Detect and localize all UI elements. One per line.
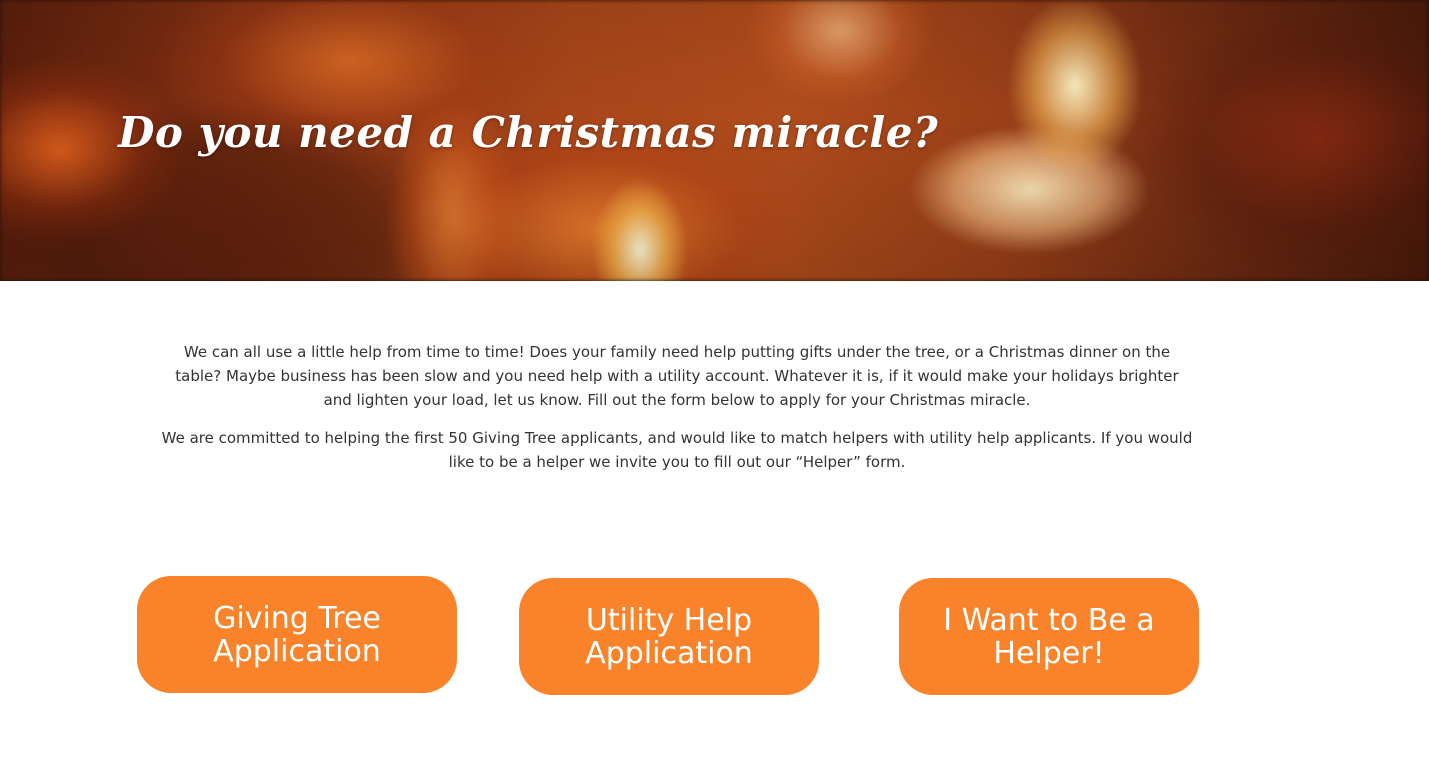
- utility-help-application-label: Utility Help Application: [585, 602, 753, 671]
- giving-tree-application-label: Giving Tree Application: [213, 600, 381, 669]
- intro-paragraph-2: We are committed to helping the first 50…: [161, 429, 1193, 471]
- hero-banner: Do you need a Christmas miracle?: [0, 0, 1429, 281]
- giving-tree-application-button[interactable]: Giving Tree Application: [137, 576, 457, 693]
- helper-signup-label: I Want to Be a Helper!: [943, 602, 1155, 671]
- utility-help-application-button[interactable]: Utility Help Application: [519, 578, 819, 695]
- helper-signup-button[interactable]: I Want to Be a Helper!: [899, 578, 1199, 695]
- hero-title: Do you need a Christmas miracle?: [118, 108, 939, 157]
- intro-section: We can all use a little help from time t…: [160, 340, 1194, 474]
- intro-paragraph-1: We can all use a little help from time t…: [175, 343, 1179, 409]
